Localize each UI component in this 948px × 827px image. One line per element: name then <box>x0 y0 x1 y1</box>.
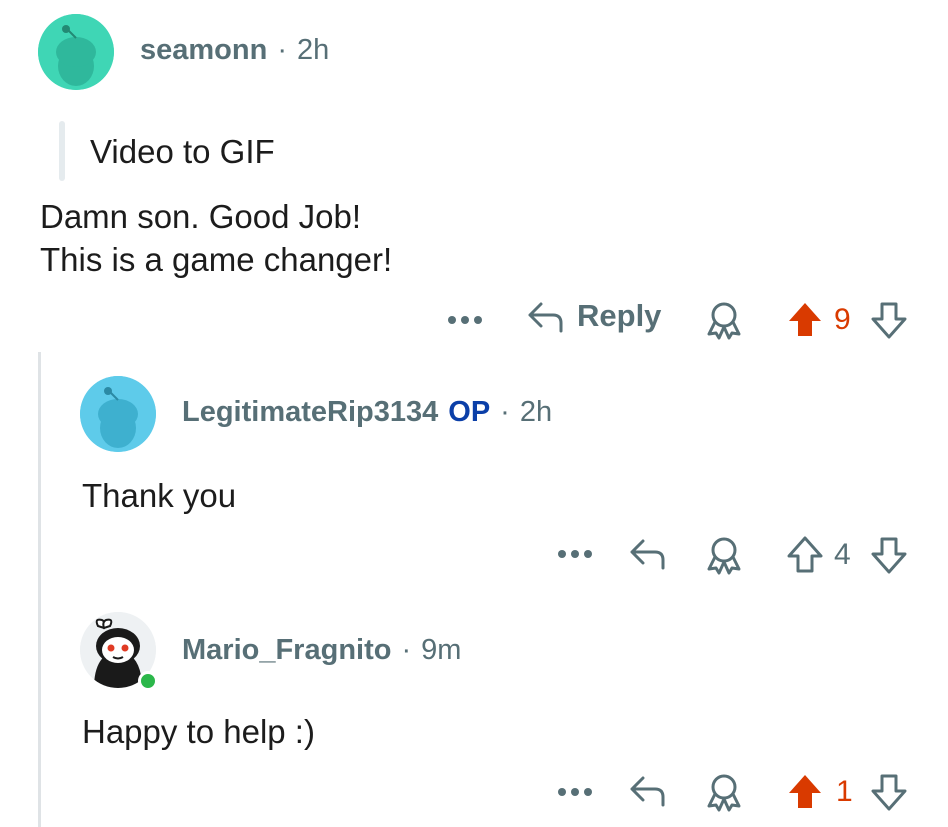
comment-body-line: Damn son. Good Job! <box>40 198 362 235</box>
reply-button[interactable] <box>627 772 667 808</box>
quote-text: Video to GIF <box>90 133 275 170</box>
comment-meta: LegitimateRip3134 OP · 2h <box>182 396 552 429</box>
upvote-button[interactable] <box>786 300 824 340</box>
avatar[interactable] <box>80 376 156 452</box>
quote-bar <box>59 121 65 181</box>
more-button[interactable] <box>557 776 597 808</box>
reply-button[interactable] <box>627 535 667 571</box>
more-icon <box>448 316 482 324</box>
reply-icon <box>630 539 665 570</box>
meta-separator: · <box>277 34 287 66</box>
comment-body-line: Happy to help :) <box>82 713 315 750</box>
downvote-button[interactable] <box>870 772 908 812</box>
award-icon <box>707 774 741 812</box>
reply-icon <box>528 302 563 333</box>
more-icon <box>558 550 592 558</box>
timestamp: 2h <box>519 396 553 428</box>
username[interactable]: seamonn <box>140 34 267 67</box>
award-icon <box>707 302 741 340</box>
avatar[interactable] <box>38 14 114 90</box>
vote-score: 9 <box>834 303 851 336</box>
vote-score: 1 <box>836 775 853 808</box>
award-button[interactable] <box>705 772 743 812</box>
comment-body: Thank you <box>82 474 236 517</box>
comment-body-line: This is a game changer! <box>40 241 393 278</box>
reply-button[interactable]: Reply <box>525 298 661 334</box>
comment-meta: Mario_Fragnito · 9m <box>182 634 461 667</box>
op-badge: OP <box>448 396 491 428</box>
snoo-avatar-icon <box>80 376 156 452</box>
upvote-filled-icon <box>789 303 821 336</box>
username[interactable]: Mario_Fragnito <box>182 634 391 667</box>
timestamp: 2h <box>297 34 330 66</box>
comment-body: Damn son. Good Job! This is a game chang… <box>40 195 392 281</box>
reply-label: Reply <box>577 298 662 333</box>
snoo-avatar-icon <box>38 14 114 90</box>
downvote-icon <box>871 302 907 339</box>
award-button[interactable] <box>705 535 743 575</box>
upvote-button[interactable] <box>786 535 824 575</box>
comment-body-line: Thank you <box>82 477 237 514</box>
username[interactable]: LegitimateRip3134 <box>182 396 438 429</box>
comment-meta: seamonn · 2h <box>140 34 329 67</box>
online-status-indicator <box>138 671 158 691</box>
meta-separator: · <box>500 396 510 428</box>
upvote-button[interactable] <box>786 772 824 812</box>
comment-body: Happy to help :) <box>82 710 315 753</box>
reply-icon <box>630 776 665 807</box>
vote-score: 4 <box>834 538 851 571</box>
award-icon <box>707 537 741 575</box>
downvote-icon <box>871 774 907 811</box>
more-button[interactable] <box>447 304 487 336</box>
more-button[interactable] <box>557 538 597 570</box>
thread-line[interactable] <box>38 352 41 827</box>
meta-separator: · <box>401 634 412 666</box>
downvote-icon <box>871 537 907 574</box>
timestamp: 9m <box>421 634 462 666</box>
award-button[interactable] <box>705 300 743 340</box>
more-icon <box>558 788 592 796</box>
downvote-button[interactable] <box>870 535 908 575</box>
upvote-icon <box>787 536 823 573</box>
downvote-button[interactable] <box>870 300 908 340</box>
upvote-filled-icon <box>789 775 821 808</box>
